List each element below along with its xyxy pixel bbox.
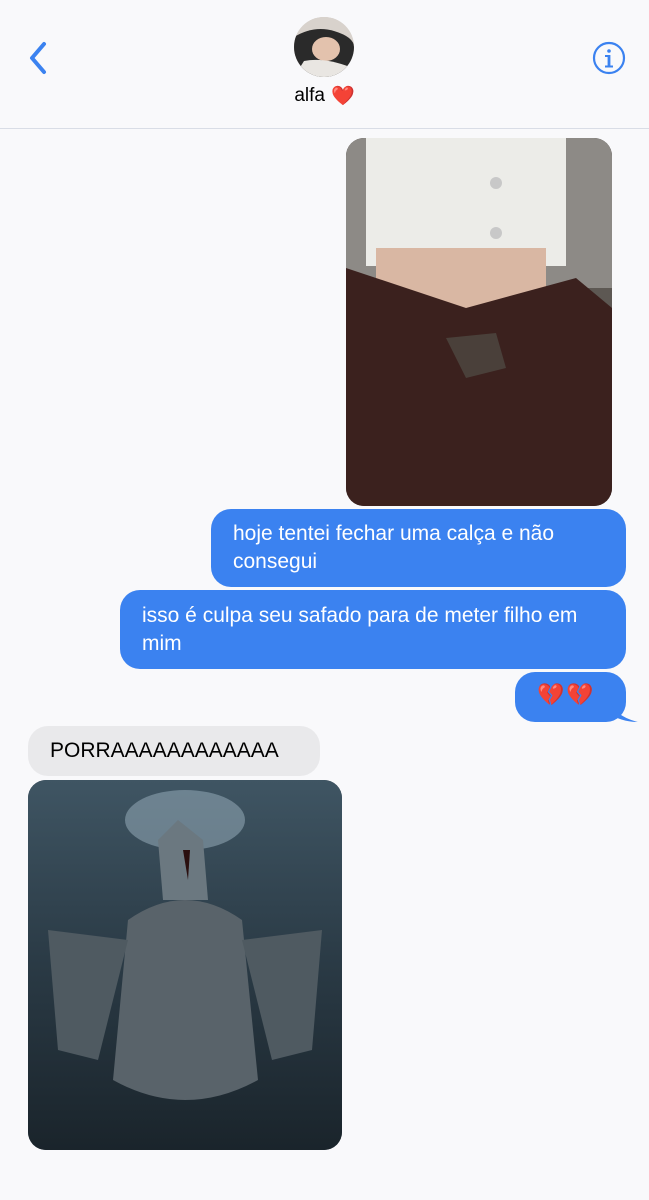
message-text: 💔💔 [537, 682, 596, 707]
incoming-message[interactable]: PORRAAAAAAAAAAAA [28, 726, 320, 776]
message-text: hoje tentei fechar uma calça e não conse… [233, 522, 555, 573]
contact-name-button[interactable]: alfa ❤️ [0, 84, 649, 108]
outgoing-photo-message[interactable] [346, 138, 612, 506]
info-circle-icon [592, 41, 626, 75]
back-button[interactable] [24, 38, 54, 78]
heart-emoji: ❤️ [330, 86, 355, 107]
outgoing-photo [346, 138, 612, 506]
outgoing-message[interactable]: hoje tentei fechar uma calça e não conse… [211, 509, 626, 587]
message-text: PORRAAAAAAAAAAAA [50, 739, 279, 762]
conversation-header: alfa ❤️ [0, 0, 649, 129]
incoming-photo-message[interactable] [28, 780, 342, 1150]
outgoing-message[interactable]: isso é culpa seu safado para de meter fi… [120, 590, 626, 669]
message-text: isso é culpa seu safado para de meter fi… [142, 604, 578, 655]
bubble-tail [610, 700, 638, 722]
contact-name: alfa [294, 85, 325, 106]
incoming-photo [28, 780, 342, 1150]
info-button[interactable] [592, 41, 626, 75]
chevron-left-icon [30, 42, 46, 74]
avatar-photo [294, 17, 354, 77]
avatar[interactable] [294, 17, 354, 77]
